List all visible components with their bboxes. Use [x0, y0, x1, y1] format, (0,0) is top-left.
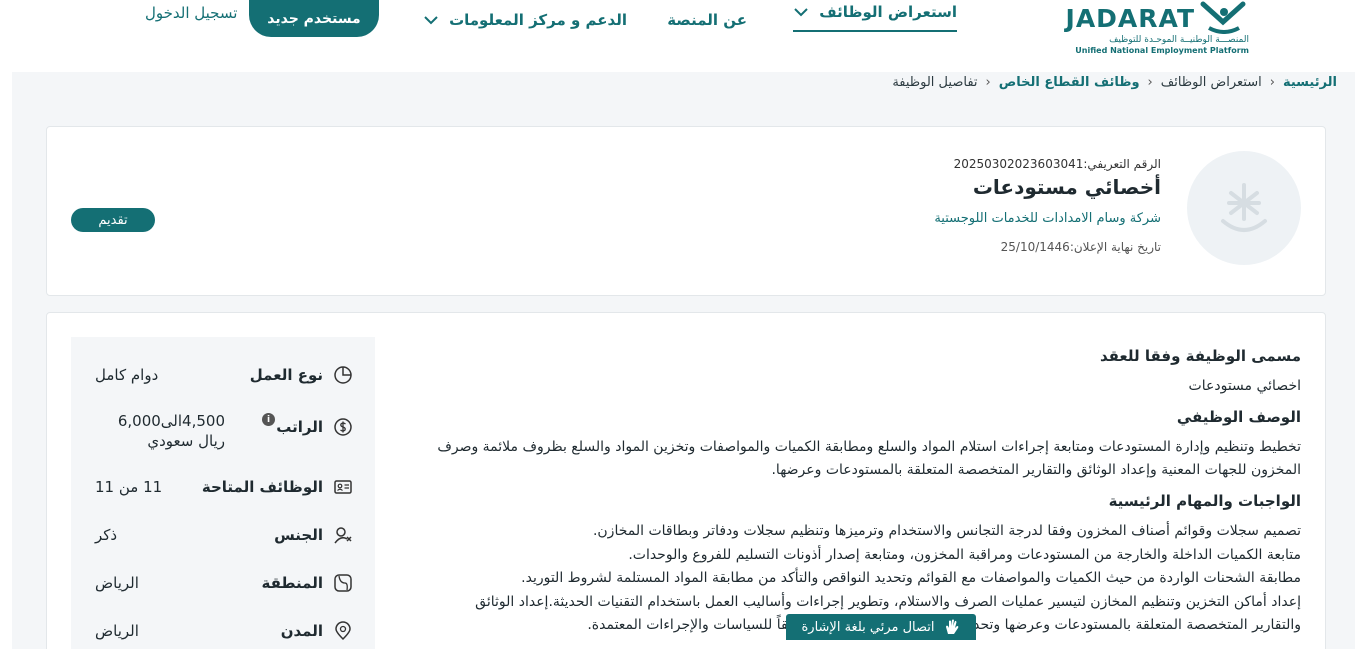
- attribute-label: المنطقة: [261, 574, 323, 592]
- new-user-button[interactable]: مستخدم جديد: [249, 0, 379, 37]
- duty-item: متابعة الكميات الداخلة والخارجة من المست…: [628, 546, 1301, 563]
- sign-language-label: اتصال مرئي بلغة الإشارة: [801, 619, 935, 635]
- nav-browse-jobs-label: استعراض الوظائف: [819, 3, 957, 21]
- info-icon[interactable]: i: [262, 413, 275, 426]
- job-description: مسمى الوظيفة وفقا للعقد اخصائي مستودعات …: [411, 347, 1301, 638]
- attribute-value: 11 من 11: [95, 478, 163, 496]
- duty-item: مطابقة الشحنات الواردة من حيث الكميات وا…: [521, 570, 1301, 586]
- breadcrumb-separator: ‹: [985, 75, 991, 90]
- contract-title-heading: مسمى الوظيفة وفقا للعقد: [1099, 347, 1301, 365]
- main-content: الرئيسية ‹ استعراض الوظائف ‹ وظائف القطا…: [12, 72, 1355, 649]
- job-attributes-panel: نوع العمل دوام كامل الراتب i 4,500الى6,0…: [71, 337, 375, 649]
- gender-icon: [334, 527, 352, 544]
- logo-arabic-tagline: المنصـــة الوطنيــة الموحـدة للتوظيف: [1109, 35, 1249, 45]
- breadcrumb-separator: ‹: [1269, 75, 1275, 90]
- attribute-cities: المدن الرياض: [71, 621, 375, 649]
- company-name-link[interactable]: شركة وسام الامدادات للخدمات اللوجستية: [934, 211, 1161, 226]
- duty-item: تصميم سجلات وقوائم أصناف المخزون وفقا لد…: [592, 523, 1301, 539]
- apply-button[interactable]: تقديم: [71, 208, 155, 232]
- attribute-label: الراتب: [276, 418, 323, 436]
- attribute-salary: الراتب i 4,500الى6,000 ريال سعودي: [71, 412, 375, 453]
- breadcrumb-home[interactable]: الرئيسية: [1283, 75, 1337, 90]
- breadcrumb-current: تفاصيل الوظيفة: [892, 75, 978, 90]
- breadcrumb-jobs[interactable]: استعراض الوظائف: [1161, 75, 1262, 90]
- palm-swords-icon: [1221, 183, 1267, 232]
- nav-browse-jobs[interactable]: استعراض الوظائف: [793, 0, 957, 32]
- job-id-label: الرقم التعريفي:: [1083, 157, 1161, 171]
- chevron-down-icon: [424, 16, 438, 25]
- nav-support-label: الدعم و مركز المعلومات: [449, 11, 627, 29]
- deadline-value: 25/10/1446: [1000, 240, 1070, 254]
- job-description-heading: الوصف الوظيفي: [1176, 408, 1301, 426]
- attribute-region: المنطقة الرياض: [71, 573, 375, 613]
- duty-item: إعداد أماكن التخزين وتنظيم المخازن لتيسي…: [475, 593, 1301, 610]
- map-icon: [334, 574, 352, 592]
- attribute-value: ذكر: [95, 526, 118, 544]
- breadcrumb-private-jobs[interactable]: وظائف القطاع الخاص: [999, 75, 1140, 90]
- login-link[interactable]: تسجيل الدخول: [145, 4, 237, 22]
- breadcrumb-separator: ‹: [1147, 75, 1153, 90]
- ad-deadline: تاريخ نهاية الإعلان:25/10/1446: [1001, 240, 1161, 254]
- attribute-label: المدن: [280, 622, 323, 640]
- job-header-card: الرقم التعريفي:20250302023603041 أخصائي …: [46, 126, 1326, 296]
- company-logo-placeholder: [1187, 151, 1301, 265]
- attribute-label: الوظائف المتاحة: [201, 478, 323, 496]
- jadarat-logo[interactable]: JADARAT المنصـــة الوطنيــة الموحـدة للت…: [1063, 0, 1253, 62]
- attribute-gender: الجنس ذكر: [71, 525, 375, 565]
- id-card-icon: [334, 480, 352, 494]
- nav-support[interactable]: الدعم و مركز المعلومات: [423, 0, 627, 40]
- palm-swords-icon: [1200, 1, 1246, 34]
- job-id-value: 20250302023603041: [953, 157, 1084, 171]
- attribute-label: نوع العمل: [249, 366, 323, 384]
- sign-language-call-button[interactable]: اتصال مرئي بلغة الإشارة: [786, 614, 976, 640]
- job-description-text: تخطيط وتنظيم وإدارة المستودعات ومتابعة إ…: [437, 439, 1301, 478]
- attribute-work-type: نوع العمل دوام كامل: [71, 365, 375, 405]
- breadcrumb: الرئيسية ‹ استعراض الوظائف ‹ وظائف القطا…: [892, 75, 1337, 90]
- chevron-down-icon: [794, 8, 808, 17]
- logo-wordmark: JADARAT: [1065, 4, 1195, 33]
- hand-sign-icon: [945, 619, 958, 634]
- location-pin-icon: [335, 621, 351, 641]
- top-header: JADARAT المنصـــة الوطنيــة الموحـدة للت…: [0, 0, 1355, 72]
- job-details-card: مسمى الوظيفة وفقا للعقد اخصائي مستودعات …: [46, 312, 1326, 649]
- contract-title-value: اخصائي مستودعات: [1188, 378, 1301, 394]
- deadline-label: تاريخ نهاية الإعلان:: [1069, 240, 1161, 254]
- nav-about[interactable]: عن المنصة: [667, 0, 747, 40]
- attribute-value: الرياض: [95, 622, 139, 640]
- attribute-value: الرياض: [95, 574, 139, 592]
- job-id: الرقم التعريفي:20250302023603041: [954, 157, 1161, 171]
- money-icon: [334, 418, 352, 436]
- attribute-label: الجنس: [274, 526, 323, 544]
- duties-heading: الواجبات والمهام الرئيسية: [1108, 492, 1301, 510]
- nav-about-label: عن المنصة: [667, 11, 747, 29]
- attribute-value: دوام كامل: [95, 366, 159, 384]
- logo-english-tagline: Unified National Employment Platform: [1075, 46, 1249, 55]
- attribute-available-jobs: الوظائف المتاحة 11 من 11: [71, 477, 375, 517]
- job-title: أخصائي مستودعات: [972, 175, 1161, 199]
- clock-icon: [334, 366, 352, 384]
- attribute-value: 4,500الى6,000 ريال سعودي: [117, 412, 225, 450]
